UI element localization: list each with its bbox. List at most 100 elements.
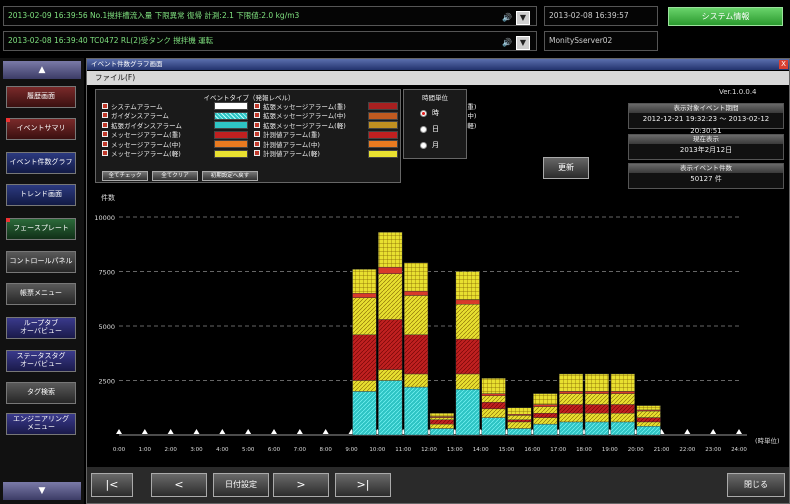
bar-segment	[610, 391, 635, 394]
x-tick-label: 24:00	[731, 447, 747, 453]
bar-segment	[429, 428, 454, 436]
x-tick-marker	[710, 429, 717, 434]
x-tick-label: 8:00	[319, 447, 332, 453]
x-tick-label: 15:00	[499, 447, 515, 453]
alarm-text-2: 2013-02-08 16:39:40 TC0472 RL(2)受タンク 撹拌機…	[8, 36, 214, 45]
bar-segment	[584, 421, 609, 436]
x-tick-label: 10:00	[369, 447, 385, 453]
x-tick-label: 9:00	[345, 447, 358, 453]
sidebar-item-label: 履歴画面	[27, 92, 55, 101]
x-tick-label: 13:00	[447, 447, 463, 453]
sidebar-item-0[interactable]: 履歴画面	[6, 86, 76, 108]
x-tick-marker	[684, 429, 691, 434]
x-tick-marker	[271, 429, 277, 434]
x-tick-label: 18:00	[576, 447, 592, 453]
bar-segment	[559, 413, 584, 423]
bar-segment	[455, 373, 480, 390]
x-tick-marker	[322, 429, 329, 434]
bar-segment	[481, 417, 506, 436]
bar-segment	[404, 262, 429, 292]
bar-segment	[429, 417, 454, 420]
navigation-bar: |< < 日付設定 > >| 閉じる	[87, 467, 789, 503]
sidebar-item-label: ループタブ オーバビュー	[20, 319, 62, 335]
sidebar-scroll-down-button[interactable]: ▼	[3, 482, 81, 500]
datetime-display: 2013-02-08 16:39:57	[544, 6, 658, 26]
x-tick-label: 5:00	[242, 447, 255, 453]
server-display: MonitySserver02	[544, 31, 658, 51]
bar-segment	[352, 293, 377, 298]
alarm-line-1[interactable]: 2013-02-09 16:39:56 No.1撹拌槽流入量 下限異常 復帰 計…	[3, 6, 537, 26]
prev-page-button[interactable]: <	[151, 473, 207, 497]
x-tick-label: 4:00	[216, 447, 229, 453]
bar-segment	[352, 380, 377, 392]
bar-segment	[584, 393, 609, 405]
chevron-down-icon[interactable]: ▼	[516, 36, 530, 50]
sidebar-item-5[interactable]: コントロールパネル	[6, 251, 76, 273]
last-page-button[interactable]: >|	[335, 473, 391, 497]
next-page-button[interactable]: >	[273, 473, 329, 497]
bar-segment	[559, 391, 584, 394]
sidebar-item-10[interactable]: エンジニアリング メニュー	[6, 413, 76, 435]
bar-segment	[455, 271, 480, 301]
y-tick-label: 7500	[98, 269, 115, 277]
bar-segment	[533, 423, 558, 436]
bar-segment	[584, 391, 609, 394]
bar-segment	[636, 405, 661, 411]
close-button[interactable]: 閉じる	[727, 473, 785, 497]
x-tick-label: 21:00	[654, 447, 670, 453]
sidebar-item-4[interactable]: フェースプレート	[6, 218, 76, 240]
x-tick-marker	[167, 429, 174, 434]
x-tick-label: 0:00	[113, 447, 126, 453]
alarm-line-2[interactable]: 2013-02-08 16:39:40 TC0472 RL(2)受タンク 撹拌機…	[3, 31, 537, 51]
chevron-down-icon[interactable]: ▼	[516, 11, 530, 25]
bar-segment	[559, 373, 584, 392]
sidebar-scroll-up-button[interactable]: ▲	[3, 61, 81, 79]
x-axis-label: (時単位)	[755, 436, 780, 445]
sidebar-item-1[interactable]: イベントサマリ	[6, 118, 76, 140]
bell-icon[interactable]: 🔊	[502, 9, 512, 25]
x-tick-label: 22:00	[679, 447, 695, 453]
event-count-graph-window: イベント件数グラフ画面 X ファイル(F) イベントタイプ（発報レベル） システ…	[86, 58, 790, 504]
event-count-chart: 件数 2500 5000 7500 10000 0:00 1:00 2:00 3:00 4:00 5…	[94, 193, 780, 453]
date-setting-button[interactable]: 日付設定	[213, 473, 269, 497]
sidebar-item-9[interactable]: タグ検索	[6, 382, 76, 404]
bar-segment	[378, 273, 403, 320]
x-tick-label: 6:00	[268, 447, 281, 453]
bar-segment	[507, 428, 532, 436]
alert-marker-icon	[6, 218, 10, 222]
bar-segment	[481, 395, 506, 403]
sidebar-item-label: イベント件数グラフ	[9, 158, 73, 167]
bar-segment	[378, 380, 403, 436]
sidebar-item-3[interactable]: トレンド画面	[6, 184, 76, 206]
x-tick-label: 3:00	[190, 447, 203, 453]
bell-icon[interactable]: 🔊	[502, 34, 512, 50]
bar-segment	[636, 426, 661, 436]
sidebar-item-7[interactable]: ループタブ オーバビュー	[6, 317, 76, 339]
sidebar-item-label: ステータスタグ オーバビュー	[16, 352, 66, 368]
bar-segment	[429, 413, 454, 417]
x-tick-label: 7:00	[294, 447, 307, 453]
sidebar-item-2[interactable]: イベント件数グラフ	[6, 152, 76, 174]
x-tick-marker	[736, 429, 742, 434]
bar-segment	[429, 423, 454, 429]
bar-segment	[352, 391, 377, 436]
bar-segment	[533, 406, 558, 414]
x-tick-label: 2:00	[164, 447, 177, 453]
bar-segment	[584, 373, 609, 392]
x-tick-marker	[116, 429, 122, 434]
bar-segment	[378, 232, 403, 268]
bar-segment	[533, 404, 558, 407]
x-tick-marker	[219, 429, 226, 434]
bar-segment	[584, 413, 609, 423]
bar-segment	[507, 407, 532, 415]
sidebar-item-6[interactable]: 帳票メニュー	[6, 283, 76, 305]
sidebar-item-label: タグ検索	[27, 388, 55, 397]
bar-segment	[404, 386, 429, 436]
system-info-button[interactable]: システム情報	[668, 7, 783, 26]
bar-segment	[378, 369, 403, 381]
first-page-button[interactable]: |<	[91, 473, 133, 497]
bar-segment	[559, 393, 584, 405]
bar-segment	[507, 421, 532, 429]
sidebar-item-8[interactable]: ステータスタグ オーバビュー	[6, 350, 76, 372]
x-tick-marker	[296, 429, 303, 434]
